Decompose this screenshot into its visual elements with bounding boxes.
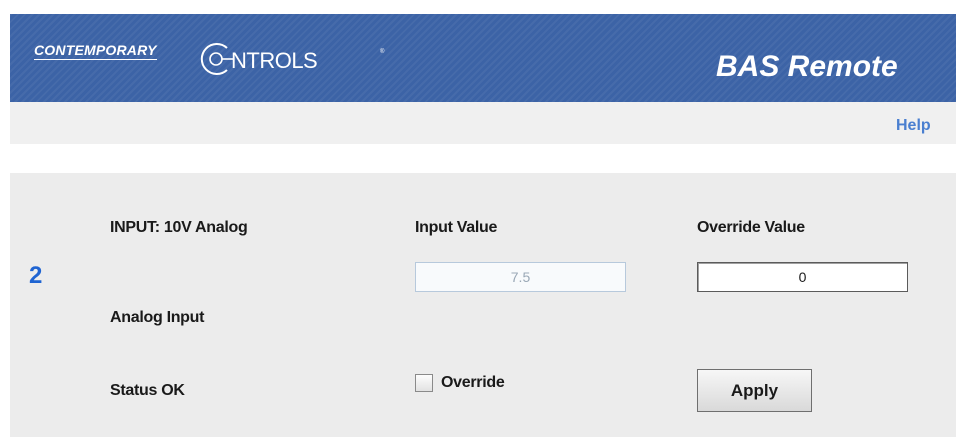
override-checkbox[interactable] — [415, 374, 433, 392]
header-banner: CONTEMPORARY NTROLS ® BAS Remote — [10, 14, 956, 102]
product-title: BAS Remote — [716, 50, 898, 83]
input-value-header: Input Value — [415, 219, 498, 236]
logo-trademark: ® — [380, 49, 385, 55]
point-number: 2 — [29, 262, 43, 289]
logo-text-contemporary: CONTEMPORARY — [34, 42, 157, 60]
override-value-field[interactable] — [697, 262, 908, 292]
apply-button[interactable]: Apply — [697, 369, 812, 412]
help-link[interactable]: Help — [896, 117, 931, 135]
logo-circle-icon — [200, 43, 234, 75]
point-type-label: INPUT: 10V Analog — [110, 219, 248, 236]
nav-bar — [10, 102, 956, 144]
input-value-field — [415, 262, 626, 292]
override-checkbox-label[interactable]: Override — [441, 374, 505, 392]
contemporary-controls-logo: CONTEMPORARY NTROLS ® — [34, 36, 404, 80]
status-label: Status OK — [110, 382, 185, 399]
point-kind-label: Analog Input — [110, 309, 205, 326]
override-value-header: Override Value — [697, 219, 805, 236]
logo-text-controls: NTROLS — [231, 48, 318, 73]
